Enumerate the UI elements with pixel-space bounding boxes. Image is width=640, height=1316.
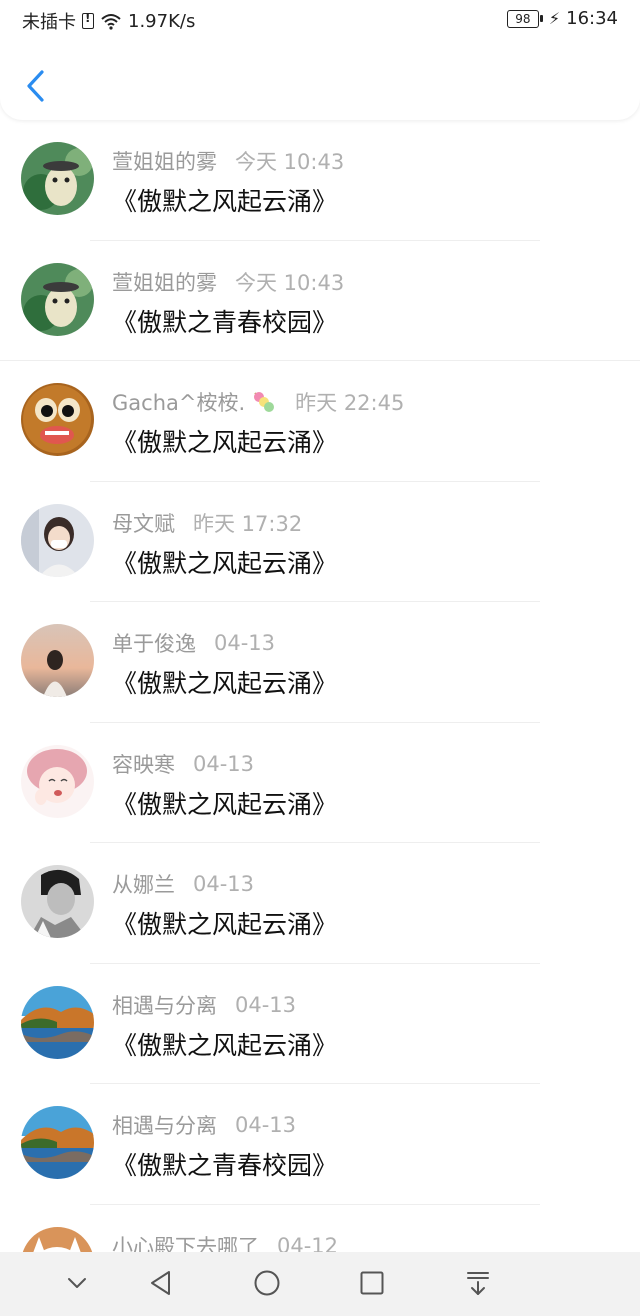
list-item[interactable]: Gacha^桉桉. 昨天 22:45 《傲默之风起云涌》 — [0, 361, 640, 482]
frog-avatar-icon — [21, 142, 94, 215]
avatar[interactable] — [21, 985, 94, 1059]
status-bar: 未插卡 1.97K/s 98 ⚡ 16:34 — [0, 0, 640, 40]
avatar[interactable] — [21, 142, 94, 215]
message-meta: 单于俊逸 04-13 — [112, 628, 275, 658]
frog-avatar-icon — [21, 262, 94, 336]
avatar[interactable] — [21, 503, 94, 577]
message-list: 萱姐姐的雾 今天 10:43 《傲默之风起云涌》 萱姐姐的雾 今天 10:43 … — [0, 120, 640, 1252]
list-item[interactable]: 从娜兰 04-13 《傲默之风起云涌》 — [0, 843, 640, 964]
list-item[interactable]: 相遇与分离 04-13 《傲默之青春校园》 — [0, 1084, 640, 1205]
header-card: 未插卡 1.97K/s 98 ⚡ 16:34 — [0, 0, 640, 120]
system-nav-bar — [0, 1252, 640, 1316]
message-meta: 从娜兰 04-13 — [112, 869, 254, 899]
avatar[interactable] — [21, 865, 94, 938]
download-icon — [467, 1272, 489, 1295]
message-content: 《傲默之风起云涌》 — [112, 428, 338, 457]
message-time: 04-13 — [235, 992, 297, 1017]
sender-name: 相遇与分离 — [112, 1114, 217, 1138]
nav-recents-button[interactable] — [355, 1266, 389, 1300]
sender-name: 容映寒 — [112, 752, 175, 777]
battery-icon: 98 — [506, 9, 543, 28]
message-time: 04-13 — [214, 631, 276, 655]
message-meta: 相遇与分离 04-13 — [112, 1110, 296, 1140]
nav-home-button[interactable] — [250, 1266, 284, 1300]
message-meta: 母文赋 昨天 17:32 — [112, 508, 302, 538]
avatar[interactable] — [21, 1226, 94, 1252]
sunset-girl-avatar-icon — [21, 624, 94, 697]
message-content: 《傲默之风起云涌》 — [112, 910, 338, 939]
wifi-icon — [101, 14, 121, 30]
sender-name: 单于俊逸 — [112, 632, 196, 656]
anime-girl-avatar-icon — [21, 744, 94, 818]
sender-name: 从娜兰 — [112, 873, 175, 897]
status-right: 98 ⚡ 16:34 — [506, 8, 618, 29]
message-content: 《傲默之青春校园》 — [112, 1151, 338, 1180]
message-time: 04-13 — [193, 872, 255, 896]
recents-square-icon — [360, 1271, 384, 1295]
message-meta: 相遇与分离 04-13 — [112, 990, 296, 1020]
sender-name: 相遇与分离 — [112, 993, 217, 1018]
message-content: 《傲默之风起云涌》 — [112, 1030, 338, 1060]
message-time: 今天 10:43 — [235, 150, 345, 174]
list-item[interactable]: 单于俊逸 04-13 《傲默之风起云涌》 — [0, 602, 640, 723]
message-time: 04-13 — [193, 751, 255, 776]
back-button[interactable] — [22, 66, 52, 106]
message-content: 《傲默之风起云涌》 — [112, 669, 338, 698]
nav-back-button[interactable] — [144, 1266, 178, 1300]
message-content: 《傲默之风起云涌》 — [112, 789, 338, 819]
avatar[interactable] — [21, 624, 94, 697]
message-content: 《傲默之风起云涌》 — [112, 187, 338, 216]
avatar[interactable] — [21, 744, 94, 818]
lake-avatar-icon — [21, 1106, 94, 1179]
sender-name: 萱姐姐的雾 — [112, 270, 217, 295]
charging-bolt-icon: ⚡ — [548, 9, 561, 28]
girl-photo-avatar-icon — [21, 503, 94, 577]
lake-avatar-icon — [21, 985, 94, 1059]
message-meta: 萱姐姐的雾 今天 10:43 — [112, 267, 344, 297]
message-meta: 萱姐姐的雾 今天 10:43 — [112, 146, 344, 176]
sim-alert-icon — [82, 11, 94, 29]
home-circle-icon — [254, 1270, 280, 1296]
sender-name: 小心殿下去哪了 — [112, 1234, 259, 1253]
list-item[interactable]: 容映寒 04-13 《傲默之风起云涌》 — [0, 723, 640, 843]
cartoon-face-avatar-icon — [21, 383, 94, 456]
list-item[interactable]: 小心殿下去哪了 04-12 — [0, 1205, 640, 1253]
list-item[interactable]: 相遇与分离 04-13 《傲默之风起云涌》 — [0, 964, 640, 1084]
message-time: 昨天 17:32 — [193, 511, 303, 536]
message-time: 今天 10:43 — [235, 270, 345, 295]
sender-name: 母文赋 — [112, 511, 175, 536]
chevron-left-icon — [27, 70, 44, 102]
message-list-screen: 未插卡 1.97K/s 98 ⚡ 16:34 — [0, 0, 640, 1316]
avatar[interactable] — [21, 383, 94, 456]
message-content: 《傲默之青春校园》 — [112, 307, 338, 337]
clock: 16:34 — [566, 8, 618, 29]
network-speed: 1.97K/s — [128, 10, 196, 32]
message-time: 04-12 — [277, 1233, 339, 1253]
sender-name: Gacha^桉桉. — [112, 391, 246, 415]
nav-download-button[interactable] — [461, 1266, 495, 1300]
battery-level: 98 — [515, 11, 531, 26]
status-left: 未插卡 1.97K/s — [22, 8, 195, 34]
message-meta: Gacha^桉桉. 昨天 22:45 — [112, 387, 404, 417]
sender-name: 萱姐姐的雾 — [112, 150, 217, 174]
message-time: 昨天 22:45 — [295, 391, 405, 415]
back-triangle-icon — [151, 1271, 170, 1295]
avatar[interactable] — [21, 262, 94, 336]
message-content: 《傲默之风起云涌》 — [112, 548, 338, 578]
chevron-down-icon — [68, 1278, 86, 1288]
avatar[interactable] — [21, 1106, 94, 1179]
list-item[interactable]: 萱姐姐的雾 今天 10:43 《傲默之风起云涌》 — [0, 120, 640, 241]
list-item[interactable]: 萱姐姐的雾 今天 10:43 《傲默之青春校园》 — [0, 241, 640, 361]
list-item[interactable]: 母文赋 昨天 17:32 《傲默之风起云涌》 — [0, 482, 640, 602]
hide-nav-button[interactable] — [60, 1266, 94, 1300]
cat-avatar-icon — [21, 1226, 94, 1252]
message-meta: 容映寒 04-13 — [112, 749, 254, 779]
carrier-text: 未插卡 — [22, 12, 76, 33]
candy-icon — [254, 392, 275, 412]
message-meta: 小心殿下去哪了 04-12 — [112, 1231, 338, 1253]
bw-boy-avatar-icon — [21, 865, 94, 938]
message-time: 04-13 — [235, 1113, 297, 1137]
